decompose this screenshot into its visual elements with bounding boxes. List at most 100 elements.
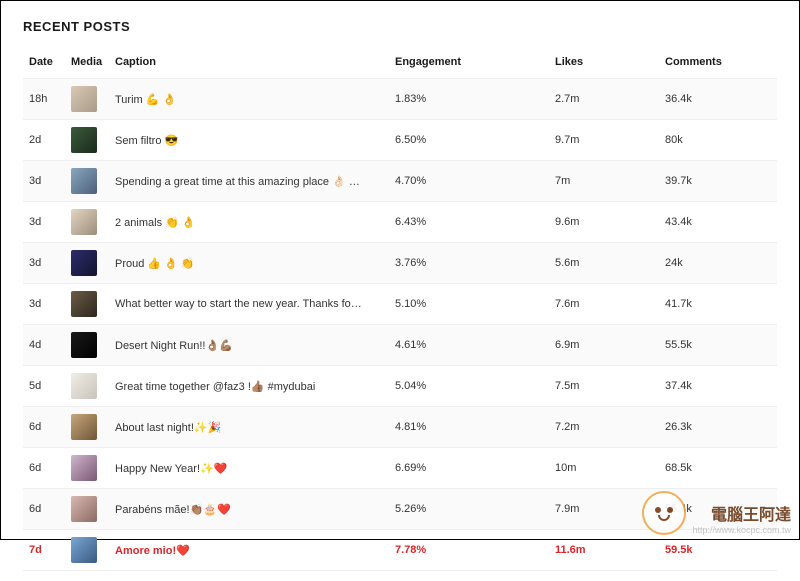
thumbnail[interactable] xyxy=(71,86,97,112)
cell-likes: 2.7m xyxy=(549,79,659,120)
cell-comments: 41.7k xyxy=(659,284,777,325)
cell-comments: 26.3k xyxy=(659,407,777,448)
thumbnail[interactable] xyxy=(71,373,97,399)
cell-media[interactable] xyxy=(65,407,109,448)
cell-engagement: 1.83% xyxy=(389,79,549,120)
cell-likes: 7.6m xyxy=(549,284,659,325)
col-engagement[interactable]: Engagement xyxy=(389,48,549,79)
col-comments[interactable]: Comments xyxy=(659,48,777,79)
cell-caption: Happy New Year!✨❤️ xyxy=(109,448,389,489)
table-row[interactable]: 6dHappy New Year!✨❤️6.69%10m68.5k xyxy=(23,448,777,489)
cell-comments: 43.4k xyxy=(659,202,777,243)
thumbnail[interactable] xyxy=(71,168,97,194)
thumbnail[interactable] xyxy=(71,250,97,276)
cell-media[interactable] xyxy=(65,366,109,407)
cell-comments: 37.4k xyxy=(659,366,777,407)
table-row[interactable]: 7dAmore mio!❤️7.78%11.6m59.5k xyxy=(23,530,777,571)
thumbnail[interactable] xyxy=(71,414,97,440)
cell-date: 4d xyxy=(23,325,65,366)
col-likes[interactable]: Likes xyxy=(549,48,659,79)
cell-comments: 59.5k xyxy=(659,530,777,571)
cell-media[interactable] xyxy=(65,448,109,489)
cell-media[interactable] xyxy=(65,325,109,366)
cell-media[interactable] xyxy=(65,202,109,243)
thumbnail[interactable] xyxy=(71,291,97,317)
cell-caption: About last night!✨🎉 xyxy=(109,407,389,448)
table-row[interactable]: 3d What better way to start the new year.… xyxy=(23,284,777,325)
cell-date: 6d xyxy=(23,407,65,448)
col-caption[interactable]: Caption xyxy=(109,48,389,79)
cell-caption: Amore mio!❤️ xyxy=(109,530,389,571)
table-row[interactable]: 6dAbout last night!✨🎉4.81%7.2m26.3k xyxy=(23,407,777,448)
cell-comments: 55.5k xyxy=(659,325,777,366)
cell-caption: Sem filtro 😎 xyxy=(109,120,389,161)
cell-date: 2d xyxy=(23,120,65,161)
cell-likes: 10m xyxy=(549,448,659,489)
cell-likes: 6.9m xyxy=(549,325,659,366)
cell-comments: 80k xyxy=(659,120,777,161)
cell-likes: 9.7m xyxy=(549,120,659,161)
cell-date: 3d xyxy=(23,243,65,284)
cell-media[interactable] xyxy=(65,243,109,284)
cell-engagement: 4.61% xyxy=(389,325,549,366)
cell-caption: Parabéns mãe!👏🏽🎂❤️ xyxy=(109,489,389,530)
cell-engagement: 5.10% xyxy=(389,284,549,325)
cell-media[interactable] xyxy=(65,161,109,202)
cell-date: 3d xyxy=(23,202,65,243)
cell-date: 18h xyxy=(23,79,65,120)
cell-date: 3d xyxy=(23,284,65,325)
thumbnail[interactable] xyxy=(71,537,97,563)
watermark: 電腦王阿達 http://www.kocpc.com.tw xyxy=(642,491,791,535)
thumbnail[interactable] xyxy=(71,127,97,153)
cell-media[interactable] xyxy=(65,120,109,161)
col-media[interactable]: Media xyxy=(65,48,109,79)
thumbnail[interactable] xyxy=(71,332,97,358)
cell-likes: 7.2m xyxy=(549,407,659,448)
col-date[interactable]: Date xyxy=(23,48,65,79)
cell-date: 3d xyxy=(23,161,65,202)
cell-media[interactable] xyxy=(65,284,109,325)
cell-caption: Turim 💪 👌 xyxy=(109,79,389,120)
watermark-url: http://www.kocpc.com.tw xyxy=(692,526,791,535)
cell-engagement: 5.04% xyxy=(389,366,549,407)
cell-media[interactable] xyxy=(65,530,109,571)
cell-engagement: 6.50% xyxy=(389,120,549,161)
cell-engagement: 3.76% xyxy=(389,243,549,284)
header-row: Date Media Caption Engagement Likes Comm… xyxy=(23,48,777,79)
cell-comments: 39.7k xyxy=(659,161,777,202)
watermark-text: 電腦王阿達 xyxy=(692,508,791,524)
table-row[interactable]: 2d Sem filtro 😎6.50%9.7m80k xyxy=(23,120,777,161)
cell-likes: 7m xyxy=(549,161,659,202)
table-row[interactable]: 5d Great time together @faz3 !👍🏽 #mydubai… xyxy=(23,366,777,407)
section-title: RECENT POSTS xyxy=(23,19,777,34)
cell-caption: Great time together @faz3 !👍🏽 #mydubai xyxy=(109,366,389,407)
thumbnail[interactable] xyxy=(71,209,97,235)
table-row[interactable]: 4d Desert Night Run!!👌🏽💪🏽4.61%6.9m55.5k xyxy=(23,325,777,366)
cell-caption: What better way to start the new year. T… xyxy=(109,284,389,325)
cell-date: 5d xyxy=(23,366,65,407)
thumbnail[interactable] xyxy=(71,455,97,481)
cell-likes: 5.6m xyxy=(549,243,659,284)
cell-engagement: 5.26% xyxy=(389,489,549,530)
cell-caption: Proud 👍 👌 👏 xyxy=(109,243,389,284)
cell-comments: 68.5k xyxy=(659,448,777,489)
table-row[interactable]: 3d 2 animals 👏 👌6.43%9.6m43.4k xyxy=(23,202,777,243)
cell-date: 6d xyxy=(23,448,65,489)
cell-likes: 9.6m xyxy=(549,202,659,243)
cell-engagement: 4.70% xyxy=(389,161,549,202)
cell-comments: 24k xyxy=(659,243,777,284)
cell-engagement: 6.43% xyxy=(389,202,549,243)
cell-media[interactable] xyxy=(65,489,109,530)
table-row[interactable]: 3d Spending a great time at this amazing … xyxy=(23,161,777,202)
cell-media[interactable] xyxy=(65,79,109,120)
thumbnail[interactable] xyxy=(71,496,97,522)
cell-comments: 36.4k xyxy=(659,79,777,120)
mascot-icon xyxy=(642,491,686,535)
cell-likes: 11.6m xyxy=(549,530,659,571)
cell-caption: Spending a great time at this amazing pl… xyxy=(109,161,389,202)
cell-date: 7d xyxy=(23,530,65,571)
table-row[interactable]: 18h Turim 💪 👌1.83%2.7m36.4k xyxy=(23,79,777,120)
cell-caption: Desert Night Run!!👌🏽💪🏽 xyxy=(109,325,389,366)
cell-caption: 2 animals 👏 👌 xyxy=(109,202,389,243)
table-row[interactable]: 3d Proud 👍 👌 👏3.76%5.6m24k xyxy=(23,243,777,284)
